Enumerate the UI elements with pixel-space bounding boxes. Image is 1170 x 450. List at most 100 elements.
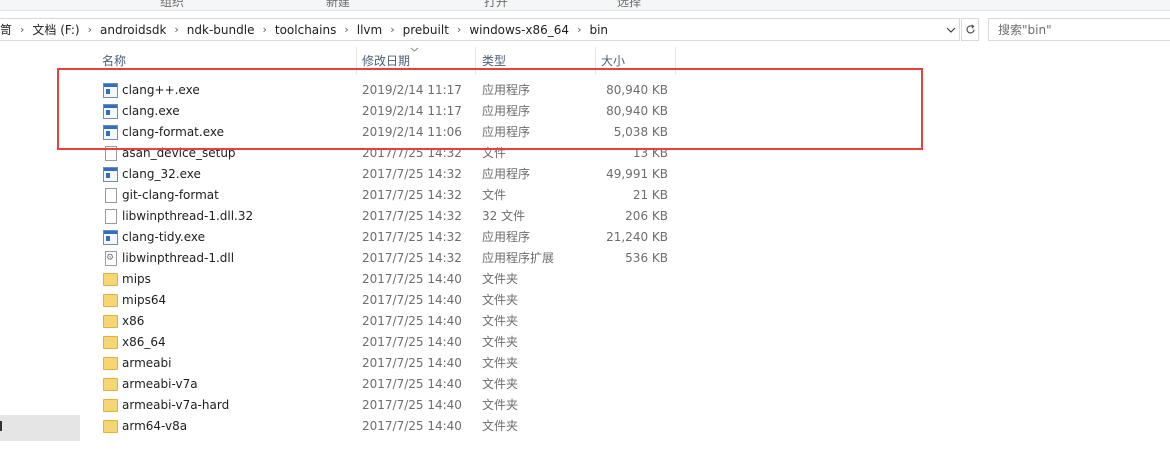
file-size: 49,991 KB xyxy=(606,167,668,181)
column-header-size-label: 大小 xyxy=(601,54,626,68)
file-date: 2017/7/25 14:32 xyxy=(362,230,462,244)
file-row[interactable]: libwinpthread-1.dll.32 2017/7/25 14:32 32 … xyxy=(80,206,1170,227)
breadcrumb-separator-icon[interactable]: › xyxy=(574,23,584,36)
folder-row[interactable]: mips64 2017/7/25 14:40 文件夹 xyxy=(80,290,1170,311)
file-name: libwinpthread-1.dll.32 xyxy=(122,209,254,223)
column-divider[interactable] xyxy=(475,47,476,74)
breadcrumb-item[interactable]: llvm xyxy=(352,23,387,37)
folder-icon xyxy=(103,294,118,307)
folder-row[interactable]: arm64-v8a 2017/7/25 14:40 文件夹 xyxy=(80,416,1170,437)
file-type: 应用程序 xyxy=(482,83,531,97)
nav-selected-item[interactable] xyxy=(0,415,80,441)
file-name: libwinpthread-1.dll xyxy=(122,251,235,265)
file-date: 2017/7/25 14:40 xyxy=(362,314,462,328)
exe-icon xyxy=(103,83,118,98)
column-header-type-label: 类型 xyxy=(482,54,507,68)
file-date: 2017/7/25 14:40 xyxy=(362,335,462,349)
file-icon xyxy=(105,188,117,203)
file-row[interactable]: clang-format.exe 2019/2/14 11:06 应用程序 5,038… xyxy=(80,122,1170,143)
ribbon-label-select[interactable]: 选择 xyxy=(617,0,641,10)
file-size: 13 KB xyxy=(632,146,668,160)
file-name: armeabi-v7a xyxy=(122,377,198,391)
column-header-date-label: 修改日期 xyxy=(362,54,411,68)
file-size: 80,940 KB xyxy=(606,83,668,97)
folder-row[interactable]: armeabi-v7a-hard 2017/7/25 14:40 文件夹 xyxy=(80,395,1170,416)
column-header-date[interactable]: 修改日期 xyxy=(362,47,474,74)
column-header-type[interactable]: 类型 xyxy=(482,47,594,74)
file-name: x86 xyxy=(122,314,145,328)
column-divider[interactable] xyxy=(675,47,676,74)
file-date: 2017/7/25 14:32 xyxy=(362,146,462,160)
folder-icon xyxy=(103,357,118,370)
file-date: 2017/7/25 14:40 xyxy=(362,377,462,391)
file-size: 21 KB xyxy=(632,188,668,202)
file-date: 2017/7/25 14:40 xyxy=(362,293,462,307)
folder-icon xyxy=(103,399,118,412)
folder-row[interactable]: mips 2017/7/25 14:40 文件夹 xyxy=(80,269,1170,290)
ribbon-label-open[interactable]: 打开 xyxy=(484,0,508,10)
file-name: clang-format.exe xyxy=(122,125,224,139)
file-row[interactable]: libwinpthread-1.dll 2017/7/25 14:32 应用程序扩展… xyxy=(80,248,1170,269)
breadcrumb-item[interactable]: windows-x86_64 xyxy=(464,23,574,37)
breadcrumb-separator-icon[interactable]: › xyxy=(17,23,27,36)
breadcrumb-separator-icon[interactable]: › xyxy=(171,23,181,36)
navigation-pane xyxy=(0,47,80,450)
file-row[interactable]: clang.exe 2019/2/14 11:17 应用程序 80,940 KB xyxy=(80,101,1170,122)
file-size: 21,240 KB xyxy=(606,230,668,244)
file-date: 2019/2/14 11:17 xyxy=(362,83,462,97)
column-divider[interactable] xyxy=(595,47,596,74)
breadcrumb-separator-icon[interactable]: › xyxy=(387,23,397,36)
folder-icon xyxy=(103,273,118,286)
breadcrumb-item[interactable]: ndk-bundle xyxy=(182,23,260,37)
exe-icon xyxy=(103,167,118,182)
file-row[interactable]: git-clang-format 2017/7/25 14:32 文件 21 KB xyxy=(80,185,1170,206)
breadcrumb-separator-icon[interactable]: › xyxy=(454,23,464,36)
file-date: 2017/7/25 14:40 xyxy=(362,272,462,286)
file-type: 应用程序 xyxy=(482,167,531,181)
file-type: 文件夹 xyxy=(482,377,519,391)
breadcrumb-item[interactable]: androidsdk xyxy=(95,23,171,37)
file-date: 2017/7/25 14:40 xyxy=(362,398,462,412)
chevron-down-icon[interactable] xyxy=(941,18,960,41)
ribbon-label-organize[interactable]: 组织 xyxy=(160,0,184,10)
file-row[interactable]: clang-tidy.exe 2017/7/25 14:32 应用程序 21,240 … xyxy=(80,227,1170,248)
folder-row[interactable]: x86_64 2017/7/25 14:40 文件夹 xyxy=(80,332,1170,353)
breadcrumb-item-current[interactable]: bin xyxy=(584,23,613,37)
file-list: clang++.exe 2019/2/14 11:17 应用程序 80,940 KB … xyxy=(80,80,1170,437)
file-size: 536 KB xyxy=(625,251,668,265)
column-header-name[interactable]: 名称 xyxy=(102,47,356,74)
file-name: mips xyxy=(122,272,151,286)
file-icon xyxy=(105,146,117,161)
file-date: 2017/7/25 14:32 xyxy=(362,167,462,181)
folder-row[interactable]: armeabi-v7a 2017/7/25 14:40 文件夹 xyxy=(80,374,1170,395)
breadcrumb-item[interactable]: 笥 xyxy=(0,21,17,38)
search-input[interactable]: 搜索"bin" xyxy=(988,18,1170,41)
exe-icon xyxy=(103,104,118,119)
breadcrumb-separator-icon[interactable]: › xyxy=(341,23,351,36)
file-date: 2017/7/25 14:32 xyxy=(362,251,462,265)
file-size: 5,038 KB xyxy=(613,125,668,139)
file-date: 2017/7/25 14:32 xyxy=(362,209,462,223)
file-type: 文件夹 xyxy=(482,335,519,349)
breadcrumb-item[interactable]: toolchains xyxy=(270,23,341,37)
breadcrumb-separator-icon[interactable]: › xyxy=(259,23,269,36)
column-header-size[interactable]: 大小 xyxy=(601,47,675,74)
file-row[interactable]: clang_32.exe 2017/7/25 14:32 应用程序 49,991 KB xyxy=(80,164,1170,185)
breadcrumb-separator-icon[interactable]: › xyxy=(85,23,95,36)
folder-row[interactable]: armeabi 2017/7/25 14:40 文件夹 xyxy=(80,353,1170,374)
ribbon-label-new[interactable]: 新建 xyxy=(326,0,350,10)
folder-row[interactable]: x86 2017/7/25 14:40 文件夹 xyxy=(80,311,1170,332)
exe-icon xyxy=(103,230,118,245)
column-divider[interactable] xyxy=(356,47,357,74)
breadcrumb-item[interactable]: prebuilt xyxy=(398,23,454,37)
file-icon xyxy=(105,209,117,224)
folder-icon xyxy=(103,315,118,328)
breadcrumb-item[interactable]: 文档 (F:) xyxy=(27,21,84,38)
file-name: clang++.exe xyxy=(122,83,200,97)
file-date: 2017/7/25 14:40 xyxy=(362,419,462,433)
file-row[interactable]: clang++.exe 2019/2/14 11:17 应用程序 80,940 KB xyxy=(80,80,1170,101)
file-name: armeabi-v7a-hard xyxy=(122,398,230,412)
refresh-icon[interactable] xyxy=(961,18,979,41)
address-bar[interactable]: 笥 › 文档 (F:) › androidsdk › ndk-bundle › … xyxy=(0,18,960,41)
file-row[interactable]: asan_device_setup 2017/7/25 14:32 文件 13 KB xyxy=(80,143,1170,164)
